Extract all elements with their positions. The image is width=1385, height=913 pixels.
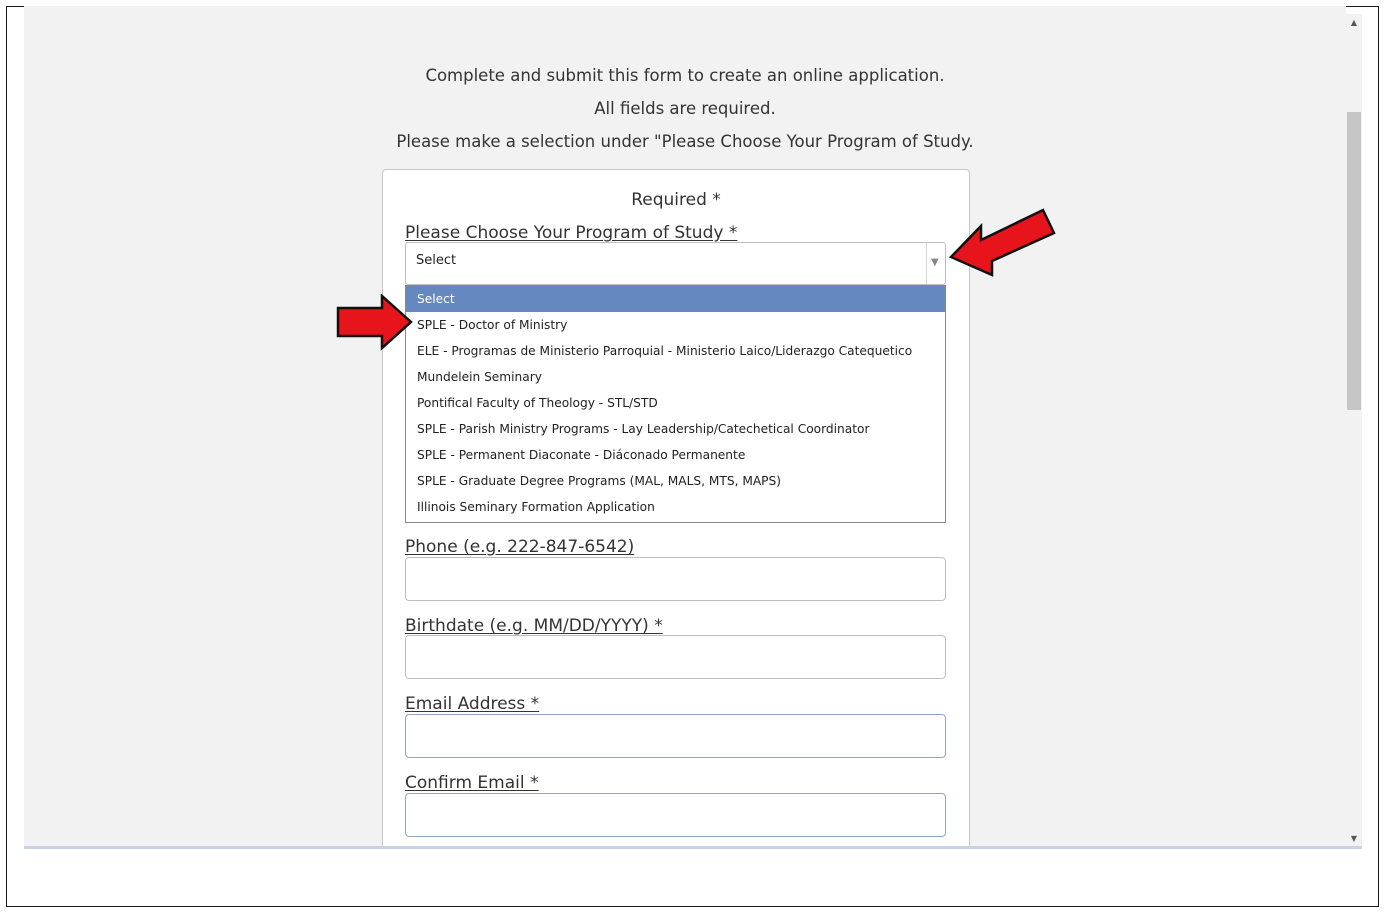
dropdown-option-mundelein-seminary[interactable]: Mundelein Seminary [406, 364, 945, 390]
birthdate-input[interactable] [405, 635, 946, 679]
confirm-email-label: Confirm Email * [405, 773, 539, 793]
scroll-thumb[interactable] [1347, 112, 1361, 410]
birthdate-label: Birthdate (e.g. MM/DD/YYYY) * [405, 616, 663, 636]
chevron-down-icon: ▼ [931, 257, 939, 268]
email-label: Email Address * [405, 694, 540, 714]
confirm-email-input[interactable] [405, 793, 946, 837]
email-input[interactable] [405, 714, 946, 758]
dropdown-option-graduate-degree[interactable]: SPLE - Graduate Degree Programs (MAL, MA… [406, 468, 945, 494]
page-viewport: Complete and submit this form to create … [24, 6, 1346, 846]
dropdown-option-ele-parish-ministry[interactable]: ELE - Programas de Ministerio Parroquial… [406, 338, 945, 364]
program-dropdown-list: Select SPLE - Doctor of Ministry ELE - P… [405, 285, 946, 523]
required-heading: Required * [631, 190, 721, 210]
application-form-card: Required * Please Choose Your Program of… [382, 169, 970, 846]
dropdown-option-select[interactable]: Select [406, 286, 945, 312]
program-select-value: Select [416, 253, 457, 268]
intro-line-3: Please make a selection under "Please Ch… [396, 132, 974, 151]
program-of-study-label: Please Choose Your Program of Study * [405, 223, 738, 243]
scroll-up-arrow-icon[interactable]: ▲ [1346, 16, 1362, 30]
vertical-scrollbar[interactable]: ▲ ▼ [1346, 14, 1362, 846]
dropdown-option-illinois-seminary[interactable]: Illinois Seminary Formation Application [406, 494, 945, 520]
program-select-toggle[interactable]: ▼ [926, 243, 945, 284]
dropdown-option-parish-ministry-programs[interactable]: SPLE - Parish Ministry Programs - Lay Le… [406, 416, 945, 442]
phone-input[interactable] [405, 557, 946, 601]
dropdown-option-permanent-diaconate[interactable]: SPLE - Permanent Diaconate - Diáconado P… [406, 442, 945, 468]
annotation-arrow-right-icon [336, 294, 413, 351]
scroll-down-arrow-icon[interactable]: ▼ [1346, 832, 1362, 846]
dropdown-option-pontifical-faculty[interactable]: Pontifical Faculty of Theology - STL/STD [406, 390, 945, 416]
program-of-study-select[interactable]: Select ▼ [405, 242, 946, 285]
viewport-bottom-border [24, 846, 1362, 849]
dropdown-option-doctor-of-ministry[interactable]: SPLE - Doctor of Ministry [406, 312, 945, 338]
annotation-arrow-left-icon [948, 208, 1056, 277]
intro-line-1: Complete and submit this form to create … [425, 66, 945, 85]
intro-line-2: All fields are required. [594, 99, 776, 118]
phone-label: Phone (e.g. 222-847-6542) [405, 537, 635, 557]
